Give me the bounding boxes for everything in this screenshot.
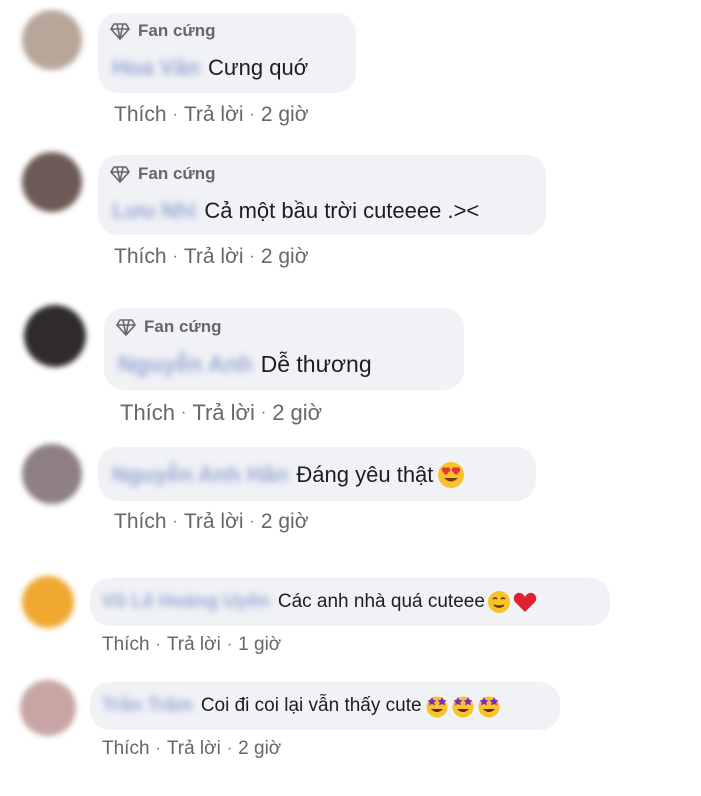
separator: · bbox=[249, 106, 255, 123]
separator: · bbox=[249, 513, 255, 530]
commenter-name[interactable]: Nguyễn Anh Hân bbox=[112, 462, 288, 488]
comment-text: Các anh nhà quá cuteee bbox=[277, 591, 485, 612]
comment-content: Nguyễn Anh Dễ thương bbox=[118, 351, 372, 378]
like-link[interactable]: Thích bbox=[114, 245, 167, 269]
comment-text: Cưng quớ bbox=[208, 55, 309, 80]
timestamp[interactable]: 2 giờ bbox=[261, 510, 309, 534]
like-link[interactable]: Thích bbox=[114, 510, 167, 534]
badge-label: Fan cứng bbox=[138, 164, 216, 183]
comment-actions: Thích · Trả lời · 2 giờ bbox=[102, 738, 281, 760]
separator: · bbox=[181, 404, 187, 421]
badge-label: Fan cứng bbox=[138, 21, 216, 40]
reply-link[interactable]: Trả lời bbox=[167, 738, 221, 760]
comment-text: Cả một bầu trời cuteeee .>< bbox=[204, 198, 480, 223]
separator: · bbox=[172, 106, 178, 123]
star-struck-emoji-icon bbox=[452, 696, 474, 718]
reply-link[interactable]: Trả lời bbox=[192, 400, 255, 426]
comment-actions: Thích · Trả lời · 1 giờ bbox=[102, 634, 281, 656]
separator: · bbox=[172, 513, 178, 530]
diamond-icon bbox=[110, 165, 130, 183]
timestamp[interactable]: 2 giờ bbox=[272, 400, 322, 426]
comment-text: Coi đi coi lại vẫn thấy cute bbox=[200, 695, 422, 716]
diamond-icon bbox=[116, 318, 136, 336]
avatar[interactable] bbox=[22, 576, 74, 628]
star-struck-emoji-icon bbox=[426, 696, 448, 718]
star-struck-emoji-icon bbox=[478, 696, 500, 718]
like-link[interactable]: Thích bbox=[102, 738, 150, 760]
comment-content: Hoa Vân Cưng quớ bbox=[112, 55, 308, 81]
comment-content: Trần Trâm Coi đi coi lại vẫn thấy cute bbox=[102, 694, 502, 718]
separator: · bbox=[260, 404, 267, 421]
reply-link[interactable]: Trả lời bbox=[184, 245, 244, 269]
diamond-icon bbox=[110, 22, 130, 40]
commenter-name[interactable]: Lưu Nhi bbox=[112, 198, 196, 224]
top-fan-badge: Fan cứng bbox=[116, 317, 221, 337]
commenter-name[interactable]: Nguyễn Anh bbox=[118, 351, 253, 378]
comment-actions: Thích · Trả lời · 2 giờ bbox=[114, 510, 309, 534]
comment-actions: Thích · Trả lời · 2 giờ bbox=[114, 245, 309, 269]
top-fan-badge: Fan cứng bbox=[110, 164, 215, 184]
avatar[interactable] bbox=[22, 152, 82, 212]
separator: · bbox=[249, 248, 255, 265]
separator: · bbox=[172, 248, 178, 265]
separator: · bbox=[226, 636, 233, 653]
comment-content: Nguyễn Anh Hân Đáng yêu thật bbox=[112, 461, 465, 489]
timestamp[interactable]: 2 giờ bbox=[238, 738, 281, 760]
comment-text: Dễ thương bbox=[260, 351, 372, 377]
heart-eyes-emoji-icon bbox=[438, 462, 465, 488]
commenter-name[interactable]: Hoa Vân bbox=[112, 55, 200, 81]
separator: · bbox=[226, 740, 233, 757]
commenter-name[interactable]: Vũ Lê Hoàng Uyên bbox=[102, 591, 270, 613]
comment-actions: Thích · Trả lời · 2 giờ bbox=[120, 400, 322, 426]
reply-link[interactable]: Trả lời bbox=[184, 510, 244, 534]
reply-link[interactable]: Trả lời bbox=[184, 103, 244, 127]
comment-actions: Thích · Trả lời · 2 giờ bbox=[114, 103, 309, 127]
separator: · bbox=[155, 636, 161, 653]
badge-label: Fan cứng bbox=[144, 317, 222, 336]
comment-content: Lưu Nhi Cả một bầu trời cuteeee .>< bbox=[112, 198, 479, 224]
timestamp[interactable]: 2 giờ bbox=[261, 103, 309, 127]
avatar[interactable] bbox=[20, 680, 76, 736]
timestamp[interactable]: 2 giờ bbox=[261, 245, 309, 269]
commenter-name[interactable]: Trần Trâm bbox=[102, 695, 193, 717]
comment-text: Đáng yêu thật bbox=[296, 462, 434, 487]
like-link[interactable]: Thích bbox=[120, 400, 175, 426]
reply-link[interactable]: Trả lời bbox=[167, 634, 221, 656]
avatar[interactable] bbox=[22, 444, 82, 504]
drooling-face-emoji-icon bbox=[487, 591, 510, 613]
avatar[interactable] bbox=[22, 10, 82, 70]
like-link[interactable]: Thích bbox=[114, 103, 167, 127]
comment-content: Vũ Lê Hoàng Uyên Các anh nhà quá cuteee bbox=[102, 590, 537, 614]
like-link[interactable]: Thích bbox=[102, 634, 150, 656]
separator: · bbox=[155, 740, 161, 757]
red-heart-icon bbox=[513, 592, 537, 612]
avatar[interactable] bbox=[24, 305, 86, 367]
top-fan-badge: Fan cứng bbox=[110, 21, 215, 41]
timestamp[interactable]: 1 giờ bbox=[238, 634, 281, 656]
